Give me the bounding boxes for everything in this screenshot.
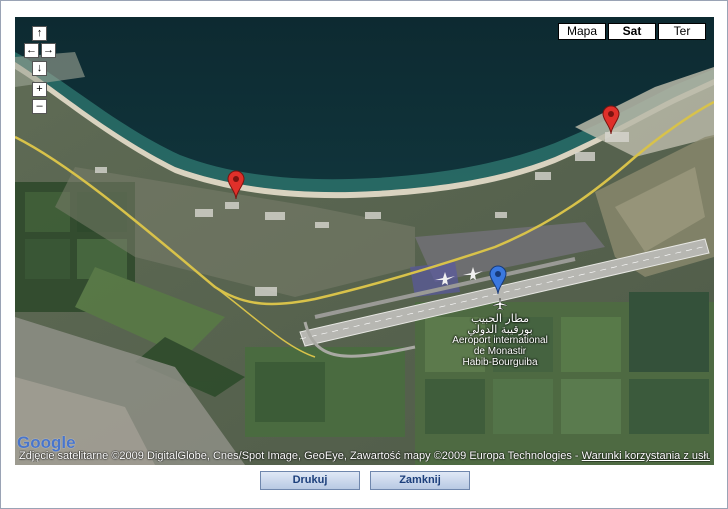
airport-icon: [493, 298, 507, 310]
map-type-terrain-button[interactable]: Ter: [658, 23, 706, 40]
map-copyright: Zdjęcie satelitarne ©2009 DigitalGlobe, …: [19, 450, 710, 462]
blue-location-marker[interactable]: [489, 265, 507, 300]
airport-label: مطار الحبيب بورقيبة الدولي Aeroport inte…: [445, 313, 555, 368]
airport-name-line3: Habib-Bourguiba: [462, 357, 538, 368]
pan-up-button[interactable]: ↑: [32, 26, 47, 41]
pan-right-button[interactable]: →: [41, 43, 56, 58]
airport-name-line2: de Monastir: [473, 346, 527, 357]
arrow-down-icon: ↓: [36, 62, 43, 74]
airport-arabic-name-line2: بورقيبة الدولي: [467, 323, 533, 336]
arrow-up-icon: ↑: [36, 27, 43, 39]
zoom-out-button[interactable]: –: [32, 99, 47, 114]
print-button[interactable]: Drukuj: [260, 471, 360, 490]
plus-icon: +: [36, 83, 43, 95]
red-location-marker-2[interactable]: [602, 105, 620, 140]
satellite-imagery: [15, 17, 714, 465]
arrow-left-icon: ←: [26, 44, 37, 56]
map-pin-icon: [602, 105, 620, 135]
red-location-marker-1[interactable]: [227, 170, 245, 205]
airport-name-line1: Aeroport international: [452, 335, 548, 346]
map-type-selector: Mapa Sat Ter: [556, 23, 706, 40]
pan-down-button[interactable]: ↓: [32, 61, 47, 76]
map-pin-icon: [489, 265, 507, 295]
copyright-text: Zdjęcie satelitarne ©2009 DigitalGlobe, …: [19, 450, 582, 462]
satellite-map[interactable]: ↑ ← → ↓ + – Mapa Sat Ter مطار الحبيب بور…: [15, 17, 714, 465]
arrow-right-icon: →: [43, 44, 54, 56]
terms-of-use-link[interactable]: Warunki korzystania z usługi: [582, 450, 710, 462]
popup-frame: ↑ ← → ↓ + – Mapa Sat Ter مطار الحبيب بور…: [0, 0, 728, 509]
close-button[interactable]: Zamknij: [370, 471, 470, 490]
pan-left-button[interactable]: ←: [24, 43, 39, 58]
minus-icon: –: [36, 100, 43, 112]
map-type-satellite-button[interactable]: Sat: [608, 23, 656, 40]
map-pin-icon: [227, 170, 245, 200]
map-type-map-button[interactable]: Mapa: [558, 23, 606, 40]
zoom-in-button[interactable]: +: [32, 82, 47, 97]
